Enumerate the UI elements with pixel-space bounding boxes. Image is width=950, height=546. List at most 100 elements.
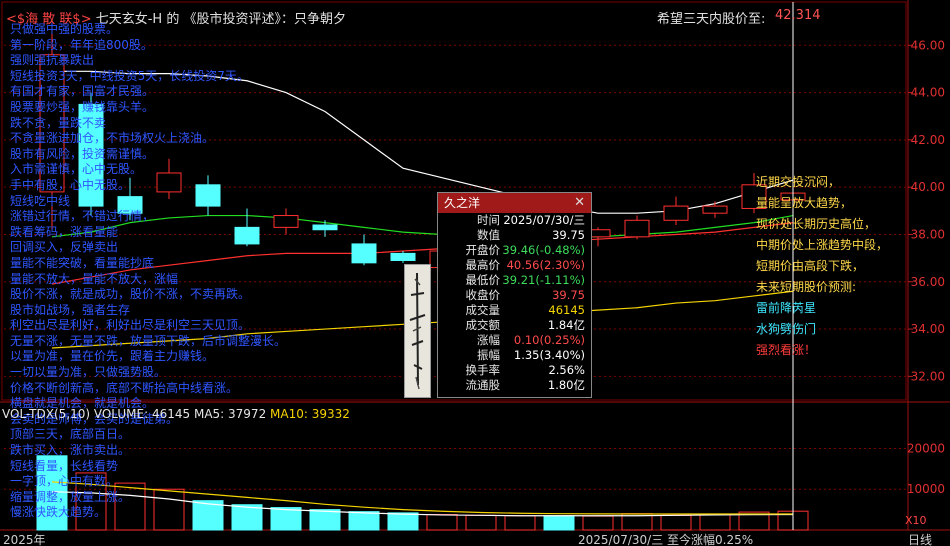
overlay-line: 顶部三天，底部百日。 xyxy=(10,427,131,442)
overlay-line: 入市需谨慎，心中无股。 xyxy=(10,162,143,177)
popup-row: 收盘价 39.75 xyxy=(438,288,591,303)
popup-row-value: 46145 xyxy=(548,303,585,317)
overlay-line: 股价不涨，就是成功，股价不涨，不卖再跌。 xyxy=(10,287,251,302)
overlay-line: 一字顶，心中有数。 xyxy=(10,474,119,489)
price-tick-label: 34.00 xyxy=(911,322,945,336)
popup-row: 时间 2025/07/30/三 xyxy=(438,213,591,228)
overlay-line: 股票要炒强，赚钱靠头羊。 xyxy=(10,99,155,114)
popup-rows: 时间 2025/07/30/三 数值 39.75 开盘价 39.46(-0.48%) 最高价… xyxy=(438,213,591,393)
overlay-line: 短线看量，长线看势 xyxy=(10,458,119,473)
popup-row-value: 39.21(-1.11%) xyxy=(502,273,585,287)
volume-unit: X10 xyxy=(905,514,927,527)
forecast-note: 中期价处上涨趋势中段， xyxy=(756,238,889,252)
forecast-note: 水狗劈伤门 xyxy=(756,322,817,336)
overlay-line: 不贪量涨进加仓，不市场权火上浇油。 xyxy=(10,131,215,146)
popup-row-label: 时间 xyxy=(477,213,500,227)
volume-bar xyxy=(465,514,497,531)
popup-row-label: 数值 xyxy=(477,228,500,242)
volume-bar xyxy=(543,515,575,531)
popup-row-label: 收盘价 xyxy=(465,288,501,302)
popup-title: 久之洋 xyxy=(444,196,481,210)
overlay-line: 回调买入，反弹卖出 xyxy=(10,240,119,255)
price-tick-label: 32.00 xyxy=(911,369,945,383)
overlay-line: 以量为准，量在价先，跟着主力赚钱。 xyxy=(10,349,215,364)
close-icon[interactable]: ✕ xyxy=(574,193,585,213)
popup-row-label: 振幅 xyxy=(477,348,500,362)
popup-row: 涨幅 0.10(0.25%) xyxy=(438,333,591,348)
popup-row-value: 39.75 xyxy=(552,288,585,302)
x-axis-cursor-date: 2025/07/30/三 至今涨幅0.25% xyxy=(578,533,754,546)
volume-bar xyxy=(660,514,692,531)
price-tick-label: 40.00 xyxy=(911,180,945,194)
candle-body xyxy=(390,252,416,261)
popup-row-value: 2025/07/30/三 xyxy=(503,213,585,227)
candle-body xyxy=(663,205,689,221)
forecast-note: 量能呈放大趋势， xyxy=(756,196,853,210)
popup-row: 数值 39.75 xyxy=(438,228,591,243)
popup-header[interactable]: 久之洋 ✕ xyxy=(438,193,591,213)
volume-indicator-title: VOL-TDX(5,10) VOLUME: 46145 MA5: 37972 M… xyxy=(2,407,350,421)
quote-popup[interactable]: 久之洋 ✕ 时间 2025/07/30/三 数值 39.75 开盘价 39.46(-0.4… xyxy=(437,192,592,398)
volume-bar xyxy=(426,514,458,531)
popup-row-value: 0.10(0.25%) xyxy=(513,333,585,347)
volume-bar xyxy=(504,515,536,531)
forecast-note: 短期价由高段下跌， xyxy=(756,259,865,273)
popup-row: 开盘价 39.46(-0.48%) xyxy=(438,243,591,258)
volume-tick-label: 20000 xyxy=(907,441,945,455)
candle-body xyxy=(312,224,338,231)
target-price-label: 希望三天内股价至: xyxy=(657,12,766,27)
overlay-line: 短线投资3天，中线投资5天，长线投资7天。 xyxy=(10,68,249,83)
overlay-line: 有国才有家，国富才民强。 xyxy=(10,84,155,99)
overlay-line: 慢涨快跌大趋势。 xyxy=(10,505,107,520)
popup-row-label: 成交额 xyxy=(465,318,501,332)
calligraphy-image xyxy=(404,264,431,398)
price-axis: 32.00 34.00 36.00 38.00 40.00 42.00 44.00 46.00 xyxy=(908,38,945,383)
overlay-line: 短线吃中线 xyxy=(10,193,71,208)
forecast-note: 近期交投沉闷， xyxy=(756,175,841,189)
volume-bar xyxy=(582,515,614,531)
overlay-line: 跌市买入，涨市卖出。 xyxy=(10,443,131,458)
forecast-note: 强烈看涨！ xyxy=(756,343,817,357)
overlay-line: 第一阶段，年年追800股。 xyxy=(10,37,153,52)
price-tick-label: 38.00 xyxy=(911,227,945,241)
volume-bar xyxy=(699,514,731,531)
volume-bar xyxy=(309,509,341,531)
overlay-line: 手中有股，心中无股。 xyxy=(10,177,131,192)
overlay-line: 价格不断创新高，底部不断抬高中线看涨。 xyxy=(10,380,239,395)
price-tick-label: 44.00 xyxy=(911,86,945,100)
popup-row: 成交额 1.84亿 xyxy=(438,318,591,333)
price-tick-label: 42.00 xyxy=(911,133,945,147)
popup-row-label: 换手率 xyxy=(465,363,501,377)
forecast-note: 未来短期股价预测: xyxy=(756,280,857,294)
overlay-line: 股市如战场，强者生存 xyxy=(10,302,131,317)
popup-row-value: 1.80亿 xyxy=(547,378,585,392)
popup-row: 最低价 39.21(-1.11%) xyxy=(438,273,591,288)
overlay-line: 无量不涨，无量不跌，放量顶下跌，后市调整漫长。 xyxy=(10,333,280,348)
popup-row-value: 1.84亿 xyxy=(547,318,585,332)
popup-row: 换手率 2.56% xyxy=(438,363,591,378)
volume-value: VOLUME: 46145 xyxy=(93,407,191,421)
candle-body xyxy=(624,219,650,238)
volume-bar xyxy=(348,511,380,531)
popup-row-value: 2.56% xyxy=(548,363,585,377)
overlay-line: 跌不贪，量跌不卖 xyxy=(10,115,107,130)
overlay-line: 股市有风险，投资需谨慎。 xyxy=(10,146,155,161)
popup-row: 振幅 1.35(3.40%) xyxy=(438,348,591,363)
period-label[interactable]: 日线 xyxy=(908,531,932,546)
price-tick-label: 36.00 xyxy=(911,275,945,289)
overlay-line: 量能不能突破，看量能抄底 xyxy=(10,255,155,270)
volume-ma10: MA10: 39332 xyxy=(270,407,350,421)
volume-tick-label: 10000 xyxy=(907,482,945,496)
popup-row-label: 成交量 xyxy=(465,303,501,317)
candle-body xyxy=(702,205,728,214)
x-axis-year-label: 2025年 xyxy=(3,533,46,546)
popup-row-value: 1.35(3.40%) xyxy=(513,348,585,362)
popup-row: 最高价 40.56(2.30%) xyxy=(438,258,591,273)
forecast-notes: 近期交投沉闷， 量能呈放大趋势， 现价处长期历史高位， 中期价处上涨趋势中段， 短期价由… xyxy=(756,172,888,361)
overlay-line: 量能不放大，量能不放大，涨幅 xyxy=(10,271,179,286)
popup-row-label: 涨幅 xyxy=(477,333,500,347)
volume-indicator-name: VOL-TDX(5,10) xyxy=(2,407,91,421)
volume-bar xyxy=(387,512,419,531)
candle-body xyxy=(351,243,377,264)
popup-row-label: 流通股 xyxy=(465,378,501,392)
